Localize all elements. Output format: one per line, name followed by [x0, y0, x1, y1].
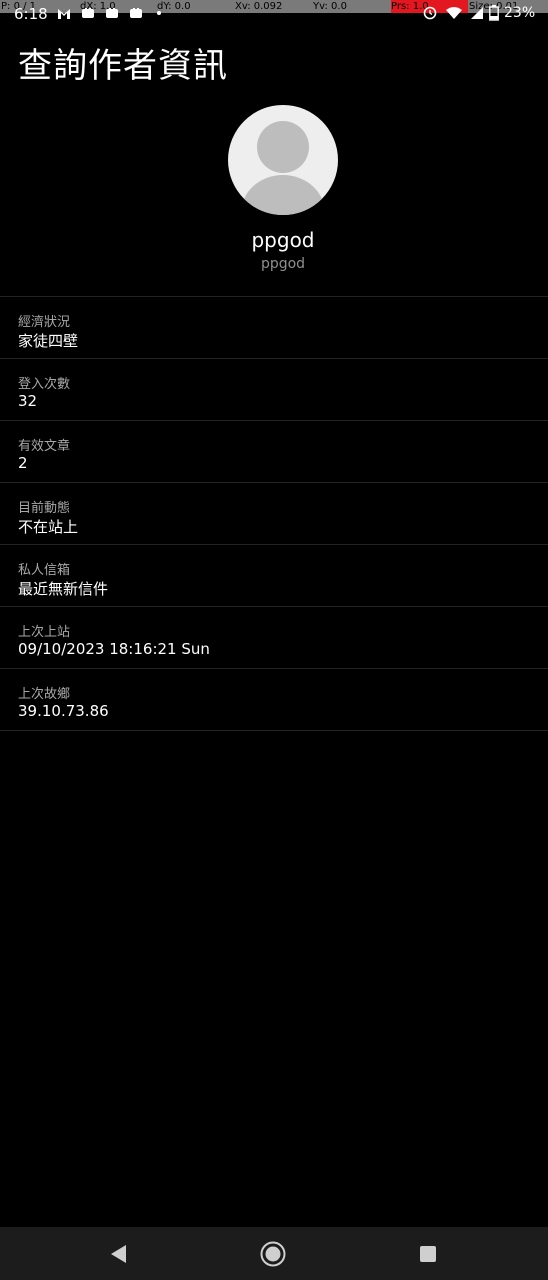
page-title: 查詢作者資訊	[18, 46, 228, 86]
info-label: 經濟狀況	[18, 315, 71, 330]
info-label: 私人信箱	[18, 563, 71, 578]
info-row-economy: 經濟狀況 家徒四壁	[0, 297, 548, 359]
info-value: 39.10.73.86	[18, 702, 109, 720]
back-icon[interactable]	[104, 1240, 132, 1268]
info-value: 32	[18, 392, 38, 410]
info-value: 2	[18, 454, 28, 472]
info-label: 登入次數	[18, 377, 71, 392]
info-row-last-login: 上次上站 09/10/2023 18:16:21 Sun	[0, 607, 548, 669]
pointer-debug-bar: P: 0 / 1 dX: 1.0 dY: 0.0 Xv: 0.092 Yv: 0…	[0, 0, 548, 13]
debug-p: P: 0 / 1	[1, 1, 37, 12]
recents-icon[interactable]	[414, 1240, 442, 1268]
debug-yv: Yv: 0.0	[313, 1, 347, 12]
debug-prs: Prs: 1.0	[391, 0, 468, 13]
info-row-mailbox: 私人信箱 最近無新信件	[0, 545, 548, 607]
info-value: 不在站上	[18, 518, 79, 536]
author-info-list: 經濟狀況 家徒四壁 登入次數 32 有效文章 2 目前動態 不在站上 私人信箱 …	[0, 296, 548, 731]
author-nickname: ppgod	[260, 256, 306, 272]
info-row-current-status: 目前動態 不在站上	[0, 483, 548, 545]
debug-dy: dY: 0.0	[157, 1, 191, 12]
info-label: 上次故鄉	[18, 687, 71, 702]
home-icon[interactable]	[259, 1240, 287, 1268]
info-value: 09/10/2023 18:16:21 Sun	[18, 640, 210, 658]
debug-dx: dX: 1.0	[80, 1, 116, 12]
info-row-last-ip: 上次故鄉 39.10.73.86	[0, 669, 548, 731]
default-avatar-icon[interactable]	[228, 105, 338, 215]
author-info-screen: P: 0 / 1 dX: 1.0 dY: 0.0 Xv: 0.092 Yv: 0…	[0, 0, 548, 1280]
info-label: 目前動態	[18, 501, 71, 516]
info-row-valid-posts: 有效文章 2	[0, 421, 548, 483]
info-value: 最近無新信件	[18, 580, 109, 598]
system-navigation-bar	[0, 1227, 548, 1280]
author-username: ppgod	[251, 228, 315, 252]
info-value: 家徒四壁	[18, 332, 79, 350]
info-label: 上次上站	[18, 625, 71, 640]
info-row-login-count: 登入次數 32	[0, 359, 548, 421]
debug-size: Size: 0.01	[469, 1, 519, 12]
debug-xv: Xv: 0.092	[235, 1, 283, 12]
info-label: 有效文章	[18, 439, 71, 454]
